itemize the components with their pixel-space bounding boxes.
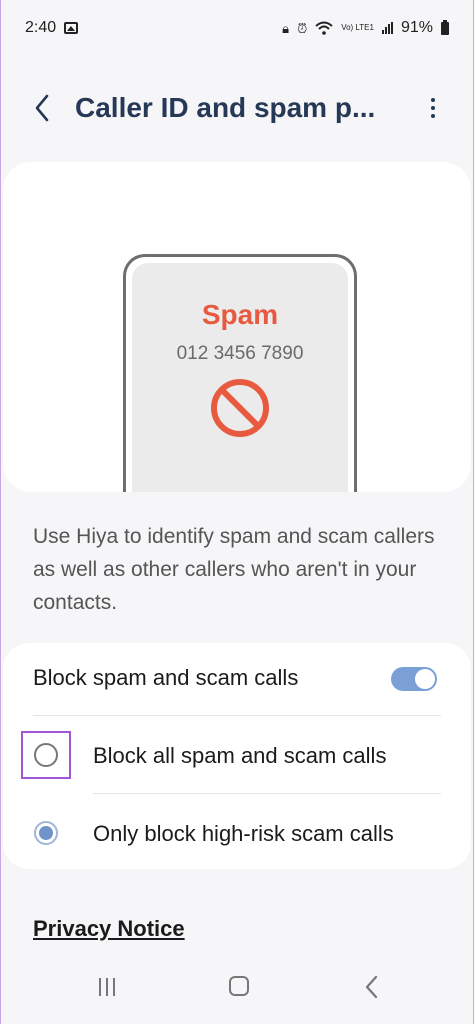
app-header: Caller ID and spam p... [1,78,473,138]
status-bar: 2:40 🔒︎ ⏰︎ Vo) LTE1 91% [1,0,473,56]
block-icon [211,379,269,437]
more-options-button[interactable] [421,92,445,124]
more-dot [431,106,435,110]
chevron-left-icon [35,94,49,122]
more-dot [431,114,435,118]
phone-illustration: Spam 012 3456 7890 [123,254,357,492]
battery-icon [441,19,449,35]
toggle-knob [415,669,435,689]
back-button[interactable] [29,92,57,124]
illustration-card: Spam 012 3456 7890 [3,162,471,492]
nav-back-button[interactable] [363,974,381,1000]
signal-icon [381,22,393,34]
gallery-icon [64,22,79,34]
volte-indicator: Vo) LTE1 [341,23,374,32]
status-time: 2:40 [25,19,57,36]
block-spam-label: Block spam and scam calls [33,665,299,690]
option-block-all[interactable]: Block all spam and scam calls [3,717,471,793]
page-title: Caller ID and spam p... [75,92,376,123]
settings-card: Block spam and scam calls Block all spam… [3,643,471,869]
option-block-all-label: Block all spam and scam calls [93,743,387,768]
spam-label: Spam [201,299,279,330]
spam-phone-number: 012 3456 7890 [176,343,304,364]
home-button[interactable] [229,976,249,996]
status-left: 2:40 [25,19,79,37]
option-high-risk-only[interactable]: Only block high-risk scam calls [3,795,471,871]
divider [93,793,441,794]
alarm-icon: ⏰︎ [297,20,308,36]
phone-screen: Spam 012 3456 7890 [132,263,348,492]
more-vertical-icon [431,98,435,102]
wifi-icon [315,21,333,35]
radio-high-risk-only[interactable] [34,821,58,845]
privacy-notice-link[interactable]: Privacy Notice [33,916,185,942]
divider [33,715,441,716]
lock-icon: 🔒︎ [282,20,290,36]
recent-apps-button[interactable] [95,978,119,998]
block-spam-toggle-row[interactable]: Block spam and scam calls [3,643,471,715]
radio-block-all[interactable] [34,743,58,767]
battery-percent: 91% [400,19,433,36]
option-high-risk-label: Only block high-risk scam calls [93,821,394,846]
status-right: 🔒︎ ⏰︎ Vo) LTE1 91% [282,19,449,37]
description-text: Use Hiya to identify spam and scam calle… [33,525,435,614]
block-spam-toggle[interactable] [391,667,437,691]
navigation-bar [1,954,473,1024]
